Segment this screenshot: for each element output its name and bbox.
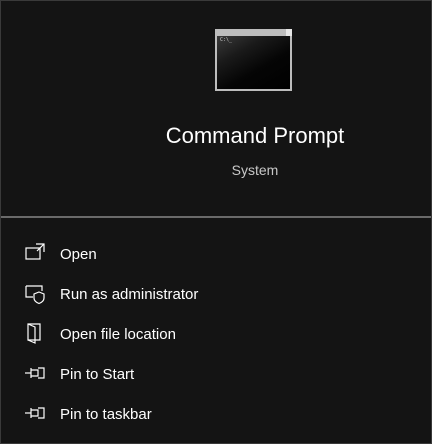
folder-icon bbox=[23, 321, 47, 345]
menu-item-pin-to-start[interactable]: Pin to Start bbox=[1, 356, 431, 396]
app-hero: C:\_ Command Prompt System bbox=[1, 1, 431, 215]
menu-item-label: Run as administrator bbox=[60, 286, 199, 303]
menu-item-pin-to-taskbar[interactable]: Pin to taskbar bbox=[1, 396, 431, 436]
pin-icon bbox=[23, 361, 47, 385]
pin-icon bbox=[23, 401, 47, 425]
open-icon bbox=[23, 241, 47, 265]
prompt-glyph: C:\_ bbox=[220, 37, 233, 43]
window-corner bbox=[286, 29, 292, 36]
command-prompt-icon: C:\_ bbox=[215, 29, 292, 91]
divider bbox=[1, 216, 431, 218]
menu-item-label: Open file location bbox=[60, 326, 176, 343]
app-details-panel: C:\_ Command Prompt System Open Run as a… bbox=[0, 0, 432, 444]
menu-item-label: Pin to taskbar bbox=[60, 406, 152, 423]
menu-item-run-as-administrator[interactable]: Run as administrator bbox=[1, 276, 431, 316]
app-subtitle: System bbox=[231, 162, 279, 178]
action-menu: Open Run as administrator Open file loca… bbox=[1, 236, 431, 436]
menu-item-open-file-location[interactable]: Open file location bbox=[1, 316, 431, 356]
menu-item-label: Open bbox=[60, 246, 97, 263]
shield-icon bbox=[23, 281, 47, 305]
menu-item-label: Pin to Start bbox=[60, 366, 135, 383]
menu-item-open[interactable]: Open bbox=[1, 236, 431, 276]
app-title: Command Prompt bbox=[165, 123, 345, 148]
